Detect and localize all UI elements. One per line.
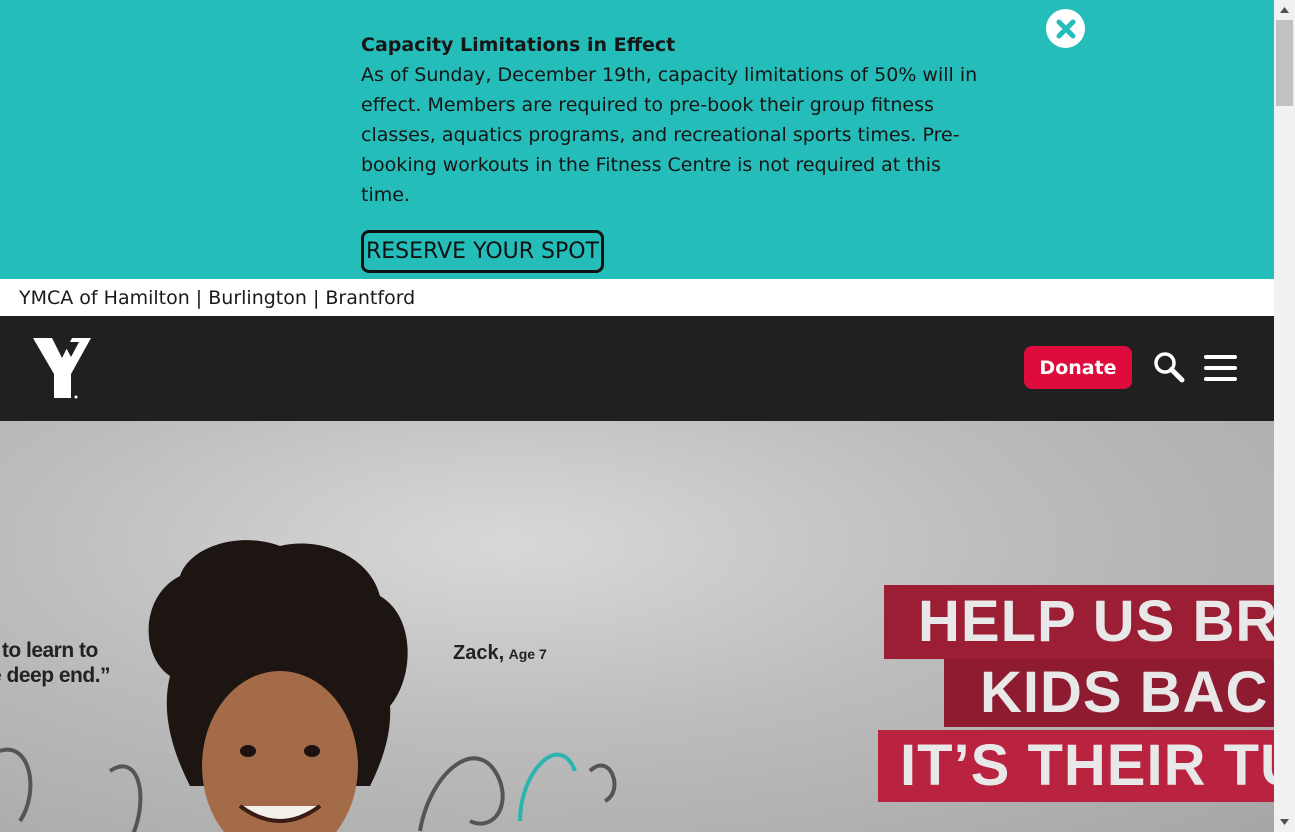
- scroll-down-arrow-icon: [1280, 819, 1289, 825]
- hero-quote: t to learn to e deep end.”: [0, 638, 111, 688]
- headline-line-3: IT’S THEIR TU: [878, 730, 1274, 802]
- vertical-scrollbar[interactable]: [1274, 0, 1295, 832]
- alert-content: Capacity Limitations in Effect As of Sun…: [361, 30, 1001, 273]
- ymca-logo-link[interactable]: [33, 336, 93, 402]
- capacity-alert-banner: Capacity Limitations in Effect As of Sun…: [0, 0, 1274, 279]
- hamburger-menu-icon: [1204, 355, 1237, 381]
- headline-line-2: KIDS BAC: [944, 659, 1274, 727]
- hero-attribution: Zack, Age 7: [453, 642, 547, 665]
- menu-button[interactable]: [1203, 354, 1239, 382]
- donate-button[interactable]: Donate: [1024, 346, 1132, 389]
- water-splash-decoration: [0, 747, 617, 832]
- organization-bar: YMCA of Hamilton | Burlington | Brantfor…: [0, 279, 1274, 316]
- hero-quote-line-2: e deep end.”: [0, 664, 111, 687]
- search-icon: [1154, 352, 1185, 383]
- reserve-your-spot-button[interactable]: RESERVE YOUR SPOT: [361, 230, 604, 273]
- headline-line-1: HELP US BR: [884, 585, 1274, 659]
- attribution-age: Age 7: [508, 646, 547, 662]
- scroll-thumb[interactable]: [1276, 20, 1293, 106]
- alert-close-button[interactable]: [1046, 9, 1085, 48]
- page-viewport: Capacity Limitations in Effect As of Sun…: [0, 0, 1274, 832]
- hero-banner[interactable]: t to learn to e deep end.” Zack, Age 7 H…: [0, 421, 1274, 832]
- close-icon: [1056, 19, 1075, 38]
- alert-title: Capacity Limitations in Effect: [361, 34, 676, 56]
- site-header: Donate: [0, 316, 1274, 421]
- organization-name: YMCA of Hamilton | Burlington | Brantfor…: [19, 286, 416, 309]
- scroll-down-button[interactable]: [1274, 812, 1295, 832]
- attribution-name: Zack,: [453, 642, 505, 664]
- alert-body: As of Sunday, December 19th, capacity li…: [361, 64, 978, 206]
- search-button[interactable]: [1152, 350, 1186, 384]
- hero-quote-line-1: t to learn to: [0, 639, 98, 662]
- scroll-up-arrow-icon: [1280, 7, 1289, 13]
- ymca-logo: [33, 338, 91, 399]
- scroll-up-button[interactable]: [1274, 0, 1295, 20]
